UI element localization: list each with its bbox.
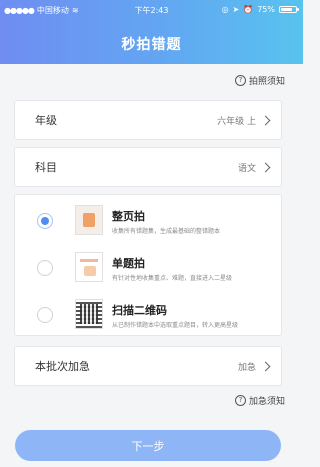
battery-fill (281, 8, 292, 11)
orientation-lock-icon: ◎ (221, 5, 229, 14)
option-desc: 收集所有错题集，生成最基础的整错题本 (112, 228, 221, 235)
option-title: 扫描二维码 (112, 304, 167, 317)
urgent-tips-link[interactable]: ? 加急须知 (234, 394, 285, 407)
battery-percent: 75% (257, 5, 275, 14)
next-button[interactable]: 下一步 (15, 430, 281, 461)
option-scan-qr[interactable]: 扫描二维码 从已制作错题本中选取重点题目，转入更高星级 (15, 295, 283, 335)
option-title: 整页拍 (112, 210, 145, 223)
subject-label: 科目 (35, 161, 57, 174)
subject-row[interactable]: 科目 语文 (14, 147, 282, 187)
radio-button[interactable] (37, 260, 53, 276)
option-full-page[interactable]: 整页拍 收集所有错题集，生成最基础的整错题本 (15, 201, 283, 241)
chevron-right-icon (260, 361, 271, 371)
location-icon: ➤ (232, 5, 240, 14)
alarm-icon: ⏰ (243, 5, 254, 14)
urgent-value: 加急 (237, 362, 256, 373)
question-icon: ? (234, 75, 246, 86)
option-desc: 有针对性地收集重点、难题，直接进入二星级 (112, 275, 233, 282)
app-header: ●●●●● 中国移动 ≋ 下午2:43 ◎ ➤ ⏰ 75% 秒拍错题 (0, 0, 303, 64)
qr-code-thumbnail-icon (75, 299, 103, 329)
urgent-label: 本批次加急 (35, 360, 90, 373)
grade-value: 六年级 上 (217, 116, 256, 127)
full-page-thumbnail-icon (75, 205, 103, 235)
battery-icon (279, 6, 299, 13)
urgent-row[interactable]: 本批次加急 加急 (14, 346, 282, 386)
single-question-thumbnail-icon (75, 252, 103, 282)
chevron-right-icon (260, 162, 271, 172)
radio-button[interactable] (37, 307, 53, 323)
urgent-tips-label: 加急须知 (248, 397, 285, 407)
radio-button[interactable] (37, 213, 53, 229)
photo-tips-label: 拍照须知 (248, 77, 285, 87)
option-desc: 从已制作错题本中选取重点题目，转入更高星级 (112, 322, 239, 329)
grade-row[interactable]: 年级 六年级 上 (14, 100, 282, 140)
photo-tips-link[interactable]: ? 拍照须知 (234, 74, 285, 87)
page-title: 秒拍错题 (121, 37, 182, 53)
subject-value: 语文 (237, 163, 256, 174)
option-title: 单题拍 (112, 257, 145, 270)
chevron-right-icon (260, 115, 271, 125)
capture-mode-card: 整页拍 收集所有错题集，生成最基础的整错题本 单题拍 有针对性地收集重点、难题，… (14, 194, 282, 336)
grade-label: 年级 (35, 114, 57, 127)
status-right: ◎ ➤ ⏰ 75% (221, 5, 299, 14)
question-icon: ? (234, 395, 246, 406)
status-bar: ●●●●● 中国移动 ≋ 下午2:43 ◎ ➤ ⏰ 75% (0, 0, 303, 20)
option-single-question[interactable]: 单题拍 有针对性地收集重点、难题，直接进入二星级 (15, 248, 283, 288)
